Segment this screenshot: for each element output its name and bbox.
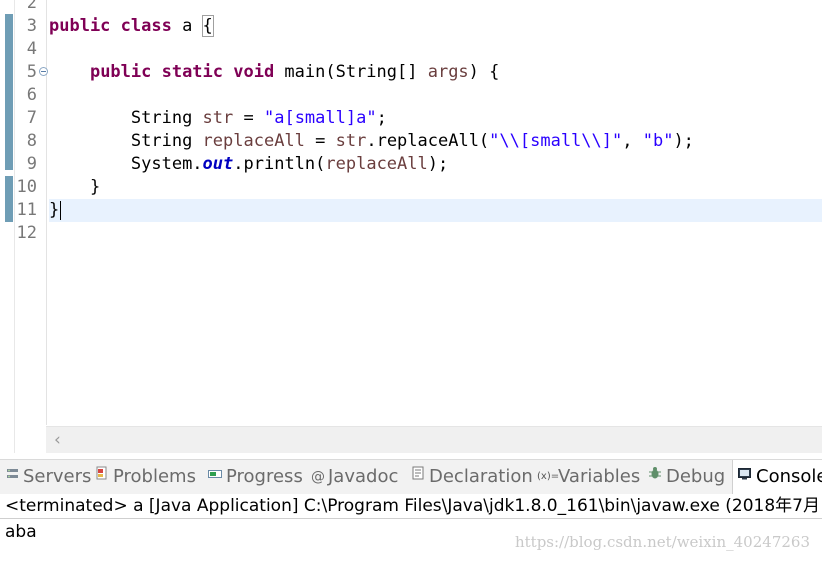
watermark: https://blog.csdn.net/weixin_40247263: [514, 533, 810, 551]
method-call-token: .replaceAll(: [366, 131, 490, 151]
tab-servers[interactable]: Servers: [4, 460, 91, 494]
quick-diff-ruler: [2, 0, 15, 453]
keyword-token: public class: [49, 16, 172, 36]
tab-label: Variables: [558, 466, 641, 487]
local-variable-token: replaceAll: [325, 154, 428, 174]
scroll-left-icon[interactable]: ‹: [54, 429, 61, 451]
code-line: String str = "a[small]a";: [49, 107, 387, 130]
tab-javadoc[interactable]: @ Javadoc: [311, 460, 398, 494]
string-literal-token: "a[small]a": [263, 108, 377, 128]
operator-token: =: [304, 131, 336, 151]
code-line: public class a {: [49, 15, 214, 38]
tab-label: Problems: [113, 466, 196, 487]
tab-label: Debug: [666, 466, 726, 487]
method-signature-token: main(String[]: [274, 62, 428, 82]
matching-brace: {: [201, 15, 214, 37]
console-icon: [737, 460, 753, 494]
tab-label: Servers: [23, 466, 92, 487]
line-number: 4: [26, 39, 37, 59]
line-number: 11: [16, 200, 37, 220]
quick-diff-change-marker: [5, 176, 13, 222]
local-variable-token: str: [335, 131, 367, 151]
punctuation-token: ;: [376, 108, 387, 128]
tab-declaration[interactable]: Declaration: [410, 460, 533, 494]
debug-icon: [647, 460, 663, 494]
tab-label: Javadoc: [328, 466, 399, 487]
tab-label: Declaration: [429, 466, 533, 487]
code-editor[interactable]: 2 3 4 5 6 7 8 9 10 11 12 public class a …: [0, 0, 822, 453]
punctuation-token: ) {: [468, 62, 500, 82]
servers-icon: [4, 460, 20, 494]
type-token: String: [130, 108, 203, 128]
punctuation-token: );: [427, 154, 449, 174]
console-process-description: <terminated> a [Java Application] C:\Pro…: [0, 494, 822, 519]
current-line-highlight: [49, 199, 822, 222]
method-call-token: .println(: [233, 154, 326, 174]
line-number: 6: [26, 85, 37, 105]
declaration-icon: [410, 460, 426, 494]
javadoc-icon: @: [311, 469, 325, 485]
string-literal-token: "b": [642, 131, 674, 151]
type-token: String: [130, 131, 203, 151]
class-name-token: a: [171, 16, 203, 36]
line-number: 9: [26, 154, 37, 174]
problems-icon: [94, 460, 110, 494]
line-number: 12: [16, 223, 37, 243]
text-cursor: [60, 201, 61, 220]
punctuation-token: );: [673, 131, 694, 151]
code-line: }: [49, 199, 59, 222]
tab-label: Progress: [226, 466, 303, 487]
code-line: public static void main(String[] args) {: [49, 61, 499, 84]
tab-console[interactable]: Console: [732, 460, 822, 494]
line-number: 2: [26, 0, 37, 13]
line-number: 3: [26, 16, 37, 36]
punctuation-token: ,: [622, 131, 643, 151]
variables-icon: (x)=: [537, 471, 560, 482]
local-variable-token: str: [202, 108, 234, 128]
horizontal-scrollbar[interactable]: ‹: [46, 426, 822, 453]
keyword-token: public static void: [89, 62, 275, 82]
progress-icon: [207, 460, 223, 494]
line-number: 10: [16, 177, 37, 197]
tab-progress[interactable]: Progress: [207, 460, 303, 494]
tab-label: Console: [756, 466, 822, 487]
line-number: 7: [26, 108, 37, 128]
local-variable-token: replaceAll: [202, 131, 305, 151]
tab-problems[interactable]: Problems: [94, 460, 196, 494]
console-status-text: <terminated> a [Java Application] C:\Pro…: [5, 496, 820, 516]
closing-brace: }: [49, 200, 60, 220]
code-line: }: [49, 177, 101, 197]
views-tab-bar: Servers Problems Progress @ Javadoc Decla…: [0, 459, 822, 495]
code-text-area[interactable]: public class a { public static void main…: [49, 0, 822, 425]
line-number-ruler: 2 3 4 5 6 7 8 9 10 11 12: [15, 0, 48, 425]
console-output-text: aba: [5, 522, 37, 542]
class-name-token: System.: [130, 154, 203, 174]
operator-token: =: [233, 108, 264, 128]
quick-diff-change-marker: [5, 14, 13, 170]
line-number: 8: [26, 131, 37, 151]
code-line: String replaceAll = str.replaceAll("\\[s…: [49, 130, 694, 153]
line-number: 5: [26, 62, 37, 82]
static-field-token: out: [202, 154, 234, 174]
string-literal-token: "\\[small\\]": [489, 131, 623, 151]
tab-variables[interactable]: (x)=Variables: [537, 460, 640, 494]
code-line: System.out.println(replaceAll);: [49, 153, 448, 176]
parameter-token: args: [427, 62, 469, 82]
tab-debug[interactable]: Debug: [647, 460, 725, 494]
fold-collapse-icon[interactable]: [39, 67, 48, 76]
